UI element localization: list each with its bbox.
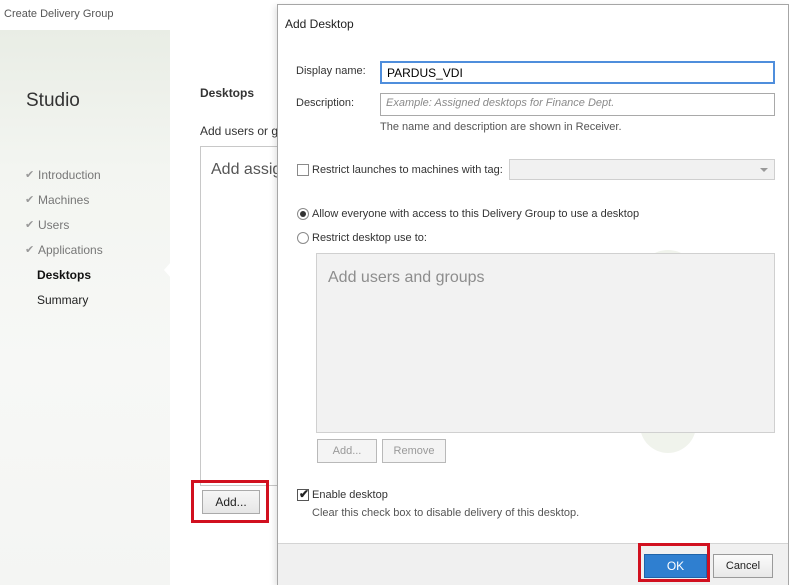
cancel-button[interactable]: Cancel (713, 554, 773, 578)
chevron-down-icon (760, 168, 768, 172)
step-label: Introduction (38, 167, 101, 182)
step-summary[interactable]: Summary (25, 287, 103, 312)
checkmark-icon: ✔ (25, 218, 35, 231)
checkmark-icon: ✔ (299, 487, 310, 501)
step-users[interactable]: ✔ Users (25, 212, 103, 237)
step-machines[interactable]: ✔ Machines (25, 187, 103, 212)
name-description-hint: The name and description are shown in Re… (380, 121, 622, 133)
add-users-button[interactable]: Add... (317, 439, 377, 463)
step-introduction[interactable]: ✔ Introduction (25, 162, 103, 187)
display-name-value: PARDUS_VDI (387, 66, 463, 80)
step-label: Summary (37, 292, 89, 307)
checkmark-icon: ✔ (25, 243, 35, 256)
restrict-desktop-radio[interactable] (297, 232, 309, 244)
dialog-footer (278, 543, 788, 585)
description-field[interactable]: Example: Assigned desktops for Finance D… (380, 93, 775, 116)
restrict-tag-checkbox[interactable] (297, 164, 309, 176)
remove-users-button[interactable]: Remove (382, 439, 446, 463)
page-subtext: Add users or gro (200, 124, 280, 138)
description-label: Description: (296, 97, 355, 109)
page-heading: Desktops (200, 86, 255, 100)
wizard-steps: ✔ Introduction ✔ Machines ✔ Users ✔ Appl… (25, 162, 103, 312)
step-label: Users (38, 217, 70, 232)
description-placeholder: Example: Assigned desktops for Finance D… (386, 97, 615, 109)
step-desktops[interactable]: Desktops (25, 262, 103, 287)
display-name-label: Display name: (296, 65, 366, 77)
dialog-title: Add Desktop (285, 17, 354, 31)
tag-dropdown[interactable] (509, 159, 775, 180)
allow-everyone-label: Allow everyone with access to this Deliv… (312, 208, 640, 220)
highlight-add-button (191, 480, 269, 523)
restrict-tag-label: Restrict launches to machines with tag: (312, 164, 503, 176)
display-name-field[interactable]: PARDUS_VDI (380, 61, 775, 84)
users-groups-list: Add users and groups (316, 253, 775, 433)
checkmark-icon: ✔ (25, 168, 35, 181)
add-desktop-dialog: Add Desktop Display name: PARDUS_VDI Des… (277, 4, 789, 585)
enable-desktop-hint: Clear this check box to disable delivery… (312, 507, 580, 519)
radio-selected-dot (300, 211, 306, 217)
allow-everyone-radio[interactable] (297, 208, 309, 220)
highlight-ok-button (638, 543, 710, 582)
step-label: Machines (38, 192, 90, 207)
wizard-title: Create Delivery Group (4, 8, 114, 20)
enable-desktop-label: Enable desktop (312, 489, 388, 501)
step-label: Applications (38, 242, 103, 257)
checkmark-icon: ✔ (25, 193, 35, 206)
enable-desktop-checkbox[interactable]: ✔ (297, 487, 310, 501)
users-groups-placeholder: Add users and groups (328, 269, 485, 286)
studio-brand: Studio (26, 90, 80, 111)
restrict-desktop-label: Restrict desktop use to: (312, 232, 427, 244)
step-label: Desktops (37, 267, 92, 282)
step-applications[interactable]: ✔ Applications (25, 237, 103, 262)
